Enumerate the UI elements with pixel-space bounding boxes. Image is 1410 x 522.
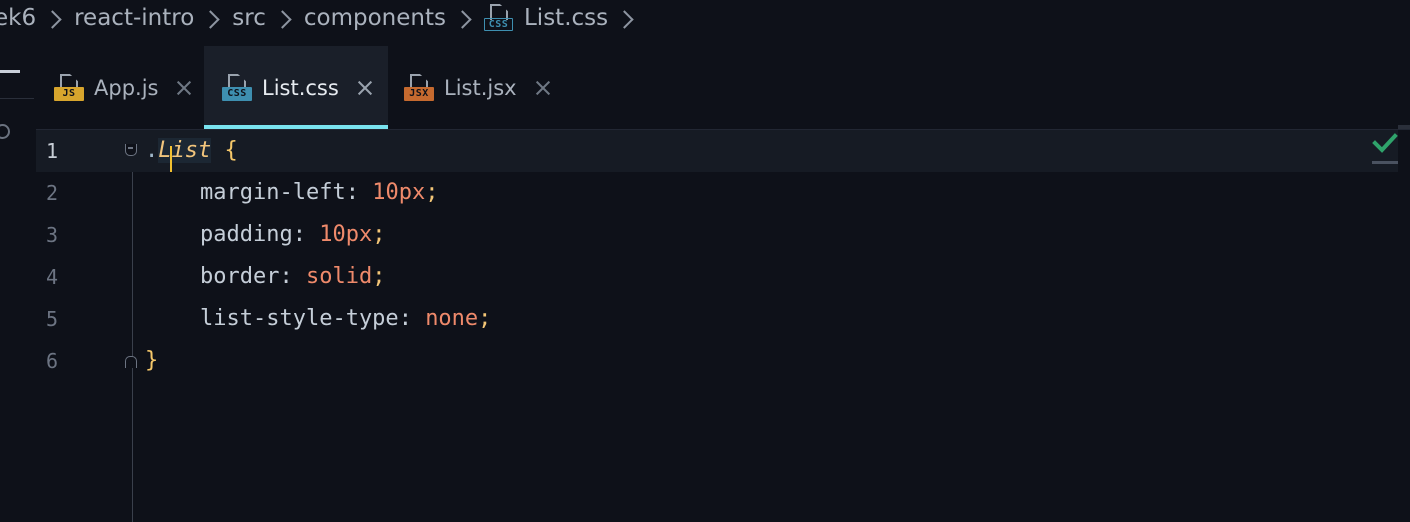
code-line[interactable]: 3 padding: 10px; — [36, 214, 1398, 256]
close-icon[interactable] — [357, 80, 373, 96]
code-text[interactable]: border: solid; — [145, 256, 385, 298]
chevron-right-icon — [43, 9, 62, 29]
code-editor[interactable]: 1 .List { 2 margin-left: 10px; 3 padding… — [36, 130, 1410, 522]
tab-label: List.jsx — [444, 76, 517, 100]
status-underline — [1372, 161, 1398, 164]
chevron-right-icon — [453, 9, 472, 29]
js-file-icon: JS — [54, 73, 84, 103]
line-number: 1 — [45, 139, 58, 163]
sidebar-collapse-bar[interactable] — [0, 70, 20, 73]
code-text[interactable]: margin-left: 10px; — [145, 172, 438, 214]
text-cursor — [170, 146, 173, 172]
sidebar-circle-icon[interactable] — [0, 124, 10, 139]
chevron-right-icon — [273, 9, 292, 29]
selector-highlight: List — [158, 138, 212, 172]
breadcrumb-item[interactable]: ek6 — [0, 5, 36, 31]
tab-list-css[interactable]: CSS List.css — [204, 46, 388, 130]
scrollbar-edge — [1398, 125, 1410, 129]
check-icon — [1372, 133, 1398, 153]
fold-close-icon[interactable] — [125, 356, 137, 368]
tab-app-js[interactable]: JS App.js — [54, 46, 204, 130]
chevron-right-icon — [201, 9, 220, 29]
code-line[interactable]: 4 border: solid; — [36, 256, 1398, 298]
code-line[interactable]: 1 .List { — [36, 130, 1398, 172]
breadcrumb-file[interactable]: CSS List.css — [483, 3, 609, 33]
chevron-right-icon — [615, 9, 634, 29]
line-number: 2 — [45, 181, 58, 205]
fold-open-icon[interactable] — [125, 144, 137, 156]
breadcrumb-item[interactable]: src — [232, 5, 266, 31]
line-number: 5 — [45, 307, 58, 331]
line-number: 4 — [45, 265, 58, 289]
editor-tab-bar: JS App.js CSS List.css JSX List.jsx — [36, 46, 1410, 130]
code-text[interactable]: list-style-type: none; — [145, 298, 491, 340]
css-file-icon: CSS — [483, 3, 514, 33]
close-icon[interactable] — [176, 80, 192, 96]
code-text[interactable]: .List { — [145, 130, 238, 172]
close-icon[interactable] — [535, 80, 551, 96]
breadcrumb: ek6 react-intro src components CSS List.… — [0, 0, 1410, 36]
breadcrumb-file-label: List.css — [523, 5, 609, 31]
code-text[interactable]: padding: 10px; — [145, 214, 385, 256]
tab-label: App.js — [94, 76, 159, 100]
sidebar-divider — [0, 98, 34, 99]
breadcrumb-item[interactable]: components — [304, 5, 446, 31]
line-number: 6 — [45, 349, 58, 373]
code-text[interactable]: } — [145, 340, 158, 382]
line-number: 3 — [45, 223, 58, 247]
code-line[interactable]: 5 list-style-type: none; — [36, 298, 1398, 340]
code-line[interactable]: 2 margin-left: 10px; — [36, 172, 1398, 214]
tab-label: List.css — [262, 76, 339, 100]
tab-list-jsx[interactable]: JSX List.jsx — [404, 46, 564, 130]
jsx-file-icon: JSX — [404, 73, 434, 103]
css-file-icon: CSS — [222, 73, 252, 103]
code-line[interactable]: 6 } — [36, 340, 1398, 382]
breadcrumb-item[interactable]: react-intro — [74, 5, 194, 31]
